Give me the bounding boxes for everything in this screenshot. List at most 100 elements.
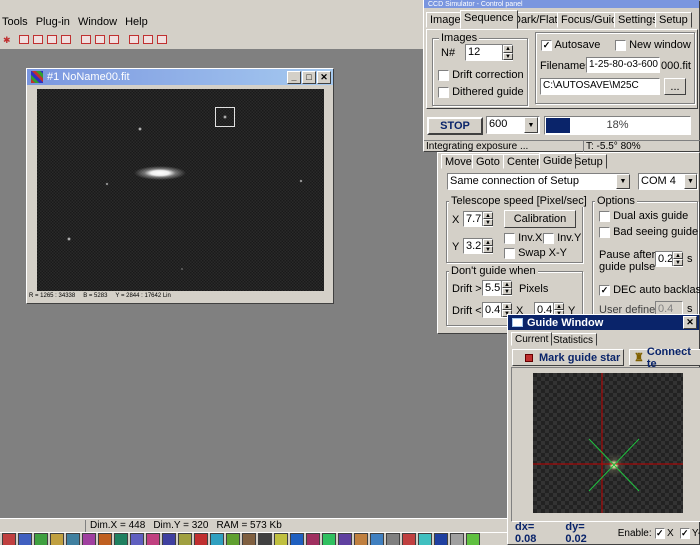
select-tool-icon[interactable] [19,35,29,44]
taskbar-app-icon-27[interactable] [418,533,432,545]
taskbar-app-icon-15[interactable] [226,533,240,545]
ellipse-tool-icon[interactable] [47,35,57,44]
connection-dropdown-button[interactable]: ▼ [616,174,630,189]
crop-tool-icon[interactable] [109,35,119,44]
taskbar-app-icon-22[interactable] [338,533,352,545]
drift-correction[interactable]: Drift correction [438,69,524,81]
taskbar-app-icon-18[interactable] [274,533,288,545]
dithered-guide[interactable]: Dithered guide [438,86,524,98]
taskbar-app-icon-25[interactable] [386,533,400,545]
taskbar-app-icon-11[interactable] [162,533,176,545]
inv-x-checkbox[interactable] [504,232,515,244]
y-speed-spinner[interactable]: ▲ ▼ [482,239,493,253]
minimize-button[interactable]: _ [287,70,301,84]
taskbar-app-icon-8[interactable] [114,533,128,545]
taskbar-app-icon-28[interactable] [434,533,448,545]
circle-tool-icon[interactable] [61,35,71,44]
paste-tool-icon[interactable] [95,35,105,44]
merge-tool-icon[interactable] [143,35,153,44]
tab-setup[interactable]: Setup [655,12,692,28]
taskbar-app-icon-5[interactable] [66,533,80,545]
copy-tool-icon[interactable] [81,35,91,44]
port-dropdown-button[interactable]: ▼ [684,174,697,189]
maximize-button[interactable]: □ [302,70,316,84]
guide-star-view[interactable] [533,373,683,513]
taskbar-app-icon-10[interactable] [146,533,160,545]
taskbar-app-icon-6[interactable] [82,533,96,545]
rect-tool-icon[interactable] [33,35,43,44]
taskbar-app-icon-4[interactable] [50,533,64,545]
inv-y-checkbox[interactable] [543,232,554,244]
menu-help[interactable]: Help [125,16,148,28]
browse-button[interactable]: ... [664,78,686,95]
bad-seeing-checkbox[interactable] [599,226,610,238]
tab-center[interactable]: Center [503,154,545,169]
tab-sequence[interactable]: Sequence [460,10,518,29]
connection-select[interactable]: Same connection of Setup [447,173,630,190]
enable-y-checkbox[interactable]: ✓ [679,527,690,539]
tab-current[interactable]: Current [511,332,553,346]
taskbar-app-icon-26[interactable] [402,533,416,545]
guide-window-titlebar[interactable]: Guide Window ✕ [508,315,699,330]
calibration-button[interactable]: Calibration [504,210,576,228]
taskbar-app-icon-9[interactable] [130,533,144,545]
guide-close-button[interactable]: ✕ [683,316,697,329]
tab-image[interactable]: Image [426,12,465,28]
new-window[interactable]: New window [615,39,691,51]
taskbar-app-icon-20[interactable] [306,533,320,545]
autosave-checkbox[interactable]: ✓ [541,39,552,51]
connect-telescope-button[interactable]: ♜ Connect te [629,346,700,370]
star-tool-icon[interactable]: ✱ [3,35,15,45]
filenames-input[interactable]: 1-25-80-o3-600 [586,57,660,73]
drift-correction-checkbox[interactable] [438,69,449,81]
drift-gt-spinner[interactable]: ▲ ▼ [501,281,512,295]
autosave[interactable]: ✓ Autosave [541,39,600,51]
bad-seeing[interactable]: Bad seeing guide [599,226,698,238]
dec-backlash-checkbox[interactable]: ✓ [599,284,610,296]
taskbar-app-icon-17[interactable] [258,533,272,545]
star-field-image[interactable] [37,89,324,291]
tab-guide[interactable]: Guide [539,153,577,169]
tab-move[interactable]: Move [441,154,476,169]
menu-plugin[interactable]: Plug-in [36,16,70,28]
taskbar-app-icon-21[interactable] [322,533,336,545]
taskbar-app-icon-16[interactable] [242,533,256,545]
path-input[interactable]: C:\AUTOSAVE\M25C [540,78,660,95]
taskbar-app-icon-12[interactable] [178,533,192,545]
exposure-dropdown-button[interactable]: ▼ [524,117,538,133]
taskbar-app-icon-3[interactable] [34,533,48,545]
inv-y[interactable]: Inv.Y [543,232,581,244]
dithered-guide-checkbox[interactable] [438,86,449,98]
image-window-titlebar[interactable]: #1 NoName00.fit _ □ ✕ [27,69,333,85]
tab-statistics[interactable]: Statistics [549,333,598,346]
taskbar-app-icon-2[interactable] [18,533,32,545]
new-window-checkbox[interactable] [615,39,626,51]
taskbar-app-icon-13[interactable] [194,533,208,545]
ccd-panel-titlebar[interactable]: CCD Simulator - Control panel [424,0,699,8]
mark-guide-star-button[interactable]: Mark guide star [512,349,624,366]
taskbar-app-icon-29[interactable] [450,533,464,545]
taskbar-app-icon-7[interactable] [98,533,112,545]
close-button[interactable]: ✕ [317,70,331,84]
dual-axis[interactable]: Dual axis guide [599,210,688,222]
menu-tools[interactable]: Tools [2,16,28,28]
taskbar-app-icon-14[interactable] [210,533,224,545]
taskbar-app-icon-24[interactable] [370,533,384,545]
pause-spinner[interactable]: ▲ ▼ [672,252,683,266]
taskbar-app-icon-1[interactable] [2,533,16,545]
split-tool-icon[interactable] [129,35,139,44]
swap-xy[interactable]: Swap X-Y [504,247,567,259]
guide-star-marker[interactable] [215,107,235,127]
enable-x-checkbox[interactable]: ✓ [654,527,665,539]
taskbar-app-icon-19[interactable] [290,533,304,545]
grid-tool-icon[interactable] [157,35,167,44]
tab-goto[interactable]: Goto [472,154,504,169]
dual-axis-checkbox[interactable] [599,210,610,222]
n-images-spinner[interactable]: ▲ ▼ [502,45,513,60]
taskbar-app-icon-30[interactable] [466,533,480,545]
dec-backlash[interactable]: ✓ DEC auto backlash [599,284,700,296]
x-speed-spinner[interactable]: ▲ ▼ [482,212,493,226]
swap-xy-checkbox[interactable] [504,247,515,259]
menu-window[interactable]: Window [78,16,117,28]
inv-x[interactable]: Inv.X [504,232,542,244]
